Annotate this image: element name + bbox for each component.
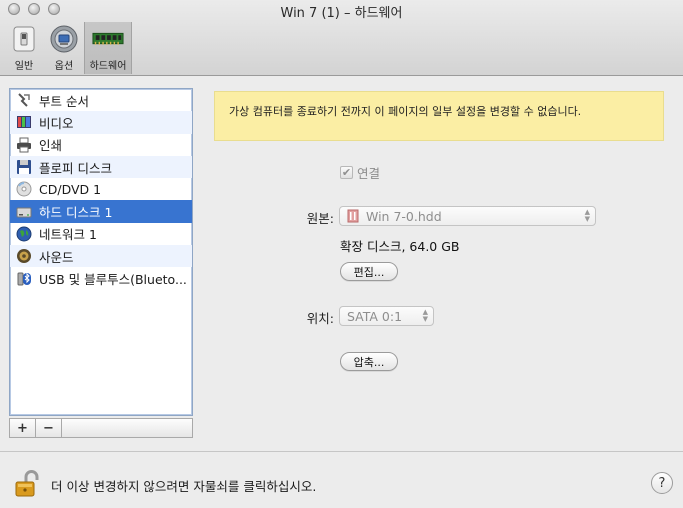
general-switch-icon <box>8 24 40 54</box>
hard-disk-icon <box>15 203 33 221</box>
popup-arrows-icon: ▲ ▼ <box>584 208 590 223</box>
toolbar-general-label: 일반 <box>14 61 34 72</box>
help-button[interactable]: ? <box>651 472 673 494</box>
toolbar-general-button[interactable]: 일반 <box>4 22 44 74</box>
video-icon <box>15 113 33 131</box>
locked-settings-notice: 가상 컴퓨터를 종료하기 전까지 이 페이지의 일부 설정을 변경할 수 없습니… <box>214 91 664 141</box>
toolbar-options-label: 옵션 <box>54 61 74 72</box>
speaker-icon <box>15 247 33 265</box>
sidebar-item-cd-dvd[interactable]: CD/DVD 1 <box>10 178 192 200</box>
location-value: SATA 0:1 <box>347 308 403 324</box>
source-popup[interactable]: Win 7-0.hdd ▲ ▼ <box>339 206 596 226</box>
boot-order-icon <box>15 91 33 109</box>
sidebar-item-floppy[interactable]: 플로피 디스크 <box>10 155 192 179</box>
sidebar-item-label: 플로피 디스크 <box>39 160 112 176</box>
usb-bluetooth-icon <box>15 270 33 288</box>
toolbar-options-button[interactable]: 옵션 <box>44 22 84 74</box>
sidebar-item-label: 비디오 <box>39 115 74 131</box>
compress-button[interactable]: 압축... <box>340 352 398 371</box>
connect-checkbox-row: ✔ 연결 <box>340 163 380 182</box>
sidebar-item-label: USB 및 블루투스(Blueto... <box>39 272 187 288</box>
remove-device-button[interactable]: − <box>36 419 62 437</box>
hardware-device-list[interactable]: 부트 순서 비디오 인쇄 플로피 디스크 CD/DVD 1 하드 디스크 1 네… <box>9 88 193 416</box>
source-value: Win 7-0.hdd <box>366 208 442 224</box>
source-label: 원본: <box>306 211 334 226</box>
edit-button[interactable]: 편집... <box>340 262 398 281</box>
sidebar-item-label: 사운드 <box>39 249 74 265</box>
sidebar-item-label: 하드 디스크 1 <box>39 205 113 221</box>
options-gear-icon <box>48 24 80 54</box>
hdd-file-icon <box>347 209 361 223</box>
sidebar-item-boot-order[interactable]: 부트 순서 <box>10 89 192 111</box>
sidebar-item-sound[interactable]: 사운드 <box>10 245 192 268</box>
lock-message: 더 이상 변경하지 않으려면 자물쇠를 클릭하십시오. <box>51 479 317 494</box>
sidebar-item-video[interactable]: 비디오 <box>10 111 192 134</box>
sidebar-item-label: 인쇄 <box>39 138 63 154</box>
toolbar-hardware-label: 하드웨어 <box>89 61 127 72</box>
list-edit-buttons: + − <box>9 418 193 438</box>
add-device-button[interactable]: + <box>10 419 36 437</box>
window-title: Win 7 (1) – 하드웨어 <box>280 6 403 21</box>
hardware-chip-icon <box>92 24 124 54</box>
network-globe-icon <box>15 225 33 243</box>
toolbar: 일반 옵션 하드웨어 <box>4 22 132 74</box>
sidebar-item-print[interactable]: 인쇄 <box>10 134 192 156</box>
printer-icon <box>15 136 33 154</box>
sidebar-item-hard-disk[interactable]: 하드 디스크 1 <box>10 200 192 223</box>
lock-icon[interactable] <box>14 470 40 501</box>
floppy-disk-icon <box>15 158 33 176</box>
sidebar-item-usb-bluetooth[interactable]: USB 및 블루투스(Blueto... <box>10 267 192 289</box>
popup-arrows-icon: ▲ ▼ <box>422 308 428 323</box>
location-label: 위치: <box>306 311 334 326</box>
window-titlebar: Win 7 (1) – 하드웨어 일반 옵션 하드웨어 <box>0 0 683 76</box>
bottom-bar: 더 이상 변경하지 않으려면 자물쇠를 클릭하십시오. ? <box>0 451 683 508</box>
sidebar-item-label: 네트워크 1 <box>39 227 97 243</box>
sidebar-item-label: CD/DVD 1 <box>39 181 102 197</box>
cd-dvd-icon <box>15 180 33 198</box>
connect-checkbox[interactable]: ✔ <box>340 166 353 179</box>
toolbar-hardware-button[interactable]: 하드웨어 <box>84 22 132 74</box>
location-popup[interactable]: SATA 0:1 ▲ ▼ <box>339 306 434 326</box>
connect-label: 연결 <box>357 166 381 181</box>
sidebar-item-label: 부트 순서 <box>39 93 89 109</box>
disk-type-info: 확장 디스크, 64.0 GB <box>340 239 460 254</box>
sidebar-item-network[interactable]: 네트워크 1 <box>10 223 192 245</box>
